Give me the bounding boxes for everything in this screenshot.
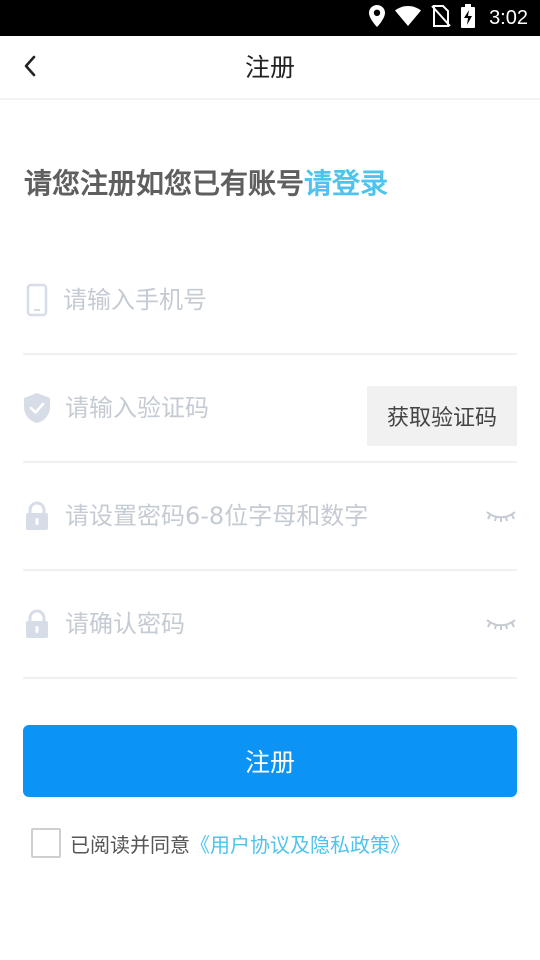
agreement-text: 已阅读并同意 xyxy=(70,832,190,857)
status-icons: 3:02 xyxy=(369,0,528,36)
code-field: 获取验证码 xyxy=(23,355,517,463)
status-bar: 3:02 xyxy=(0,0,540,36)
agreement-checkbox[interactable] xyxy=(31,828,61,858)
register-button[interactable]: 注册 xyxy=(23,725,517,797)
wifi-icon xyxy=(395,6,422,30)
page-title: 注册 xyxy=(244,53,295,82)
phone-input[interactable] xyxy=(63,247,483,353)
agreement-row: 已阅读并同意 《用户协议及隐私政策》 xyxy=(31,828,410,858)
confirm-password-field xyxy=(23,571,517,679)
lock-icon xyxy=(23,463,51,569)
phone-field xyxy=(23,247,517,355)
agreement-link[interactable]: 《用户协议及隐私政策》 xyxy=(190,829,410,858)
confirm-password-input[interactable] xyxy=(65,571,485,677)
password-field xyxy=(23,463,517,571)
status-time: 3:02 xyxy=(489,6,528,29)
phone-icon xyxy=(23,247,51,353)
get-code-button[interactable]: 获取验证码 xyxy=(367,386,517,446)
welcome-text: 请您注册如您已有账号 xyxy=(24,167,305,200)
shield-check-icon xyxy=(23,355,51,461)
welcome-heading: 请您注册如您已有账号请登录 xyxy=(24,162,388,202)
lock-icon xyxy=(23,571,51,677)
app-header: 注册 xyxy=(0,36,540,100)
eye-closed-icon[interactable] xyxy=(485,463,517,569)
battery-charging-icon xyxy=(461,4,476,32)
no-sim-icon xyxy=(431,5,451,31)
login-link[interactable]: 请登录 xyxy=(304,167,388,200)
location-icon xyxy=(369,5,386,31)
eye-closed-icon[interactable] xyxy=(485,571,517,677)
password-input[interactable] xyxy=(65,463,485,569)
